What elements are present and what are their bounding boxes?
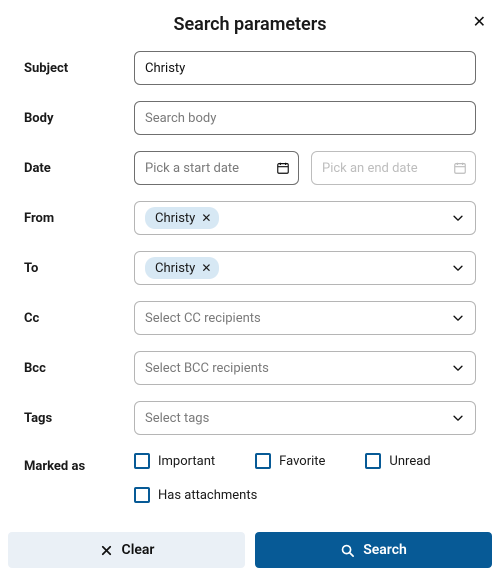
tags-select[interactable]: Select tags bbox=[134, 401, 476, 435]
chevron-down-icon bbox=[451, 361, 465, 375]
row-from: From Christy ✕ bbox=[24, 201, 476, 235]
row-marked-as: Marked as Important Favorite Unread Has … bbox=[24, 451, 476, 503]
end-date-placeholder: Pick an end date bbox=[322, 161, 418, 176]
subject-input[interactable] bbox=[134, 51, 476, 85]
cc-placeholder: Select CC recipients bbox=[145, 311, 261, 326]
row-cc: Cc Select CC recipients bbox=[24, 301, 476, 335]
check-has-attachments[interactable]: Has attachments bbox=[134, 487, 257, 503]
from-chip-label: Christy bbox=[155, 211, 195, 226]
check-favorite[interactable]: Favorite bbox=[255, 453, 325, 469]
row-body: Body bbox=[24, 101, 476, 135]
label-tags: Tags bbox=[24, 411, 134, 426]
dialog-footer: Clear Search bbox=[8, 532, 492, 568]
label-marked-as: Marked as bbox=[24, 451, 134, 474]
checkbox-icon bbox=[365, 453, 381, 469]
to-select[interactable]: Christy ✕ bbox=[134, 251, 476, 285]
row-bcc: Bcc Select BCC recipients bbox=[24, 351, 476, 385]
checkbox-icon bbox=[255, 453, 271, 469]
label-to: To bbox=[24, 261, 134, 276]
end-date-input[interactable]: Pick an end date bbox=[311, 151, 476, 185]
checkbox-icon bbox=[134, 453, 150, 469]
close-icon[interactable]: ✕ bbox=[473, 12, 486, 31]
check-unread-label: Unread bbox=[389, 454, 430, 469]
clear-button-label: Clear bbox=[122, 542, 155, 558]
tags-placeholder: Select tags bbox=[145, 411, 209, 426]
label-body: Body bbox=[24, 111, 134, 126]
from-chip: Christy ✕ bbox=[145, 207, 219, 229]
to-chip-label: Christy bbox=[155, 261, 195, 276]
row-tags: Tags Select tags bbox=[24, 401, 476, 435]
remove-chip-icon[interactable]: ✕ bbox=[199, 211, 213, 225]
label-bcc: Bcc bbox=[24, 361, 134, 376]
to-chip: Christy ✕ bbox=[145, 257, 219, 279]
check-important[interactable]: Important bbox=[134, 453, 215, 469]
row-to: To Christy ✕ bbox=[24, 251, 476, 285]
bcc-select[interactable]: Select BCC recipients bbox=[134, 351, 476, 385]
calendar-icon bbox=[453, 161, 467, 175]
row-subject: Subject bbox=[24, 51, 476, 85]
search-button-label: Search bbox=[363, 542, 407, 558]
chevron-down-icon bbox=[451, 261, 465, 275]
dialog-title: Search parameters bbox=[0, 0, 500, 51]
remove-chip-icon[interactable]: ✕ bbox=[199, 261, 213, 275]
check-unread[interactable]: Unread bbox=[365, 453, 430, 469]
cc-select[interactable]: Select CC recipients bbox=[134, 301, 476, 335]
checkbox-icon bbox=[134, 487, 150, 503]
label-cc: Cc bbox=[24, 311, 134, 326]
search-icon bbox=[340, 543, 355, 558]
bcc-placeholder: Select BCC recipients bbox=[145, 361, 269, 376]
chevron-down-icon bbox=[451, 411, 465, 425]
row-date: Date Pick a start date Pick an end date bbox=[24, 151, 476, 185]
chevron-down-icon bbox=[451, 211, 465, 225]
calendar-icon bbox=[276, 161, 290, 175]
label-subject: Subject bbox=[24, 61, 134, 76]
check-important-label: Important bbox=[158, 454, 215, 469]
from-select[interactable]: Christy ✕ bbox=[134, 201, 476, 235]
check-favorite-label: Favorite bbox=[279, 454, 325, 469]
body-input[interactable] bbox=[134, 101, 476, 135]
label-from: From bbox=[24, 211, 134, 226]
clear-button[interactable]: Clear bbox=[8, 532, 245, 568]
search-button[interactable]: Search bbox=[255, 532, 492, 568]
chevron-down-icon bbox=[451, 311, 465, 325]
label-date: Date bbox=[24, 161, 134, 176]
start-date-placeholder: Pick a start date bbox=[145, 161, 239, 176]
start-date-input[interactable]: Pick a start date bbox=[134, 151, 299, 185]
search-form: Subject Body Date Pick a start date Pick… bbox=[0, 51, 500, 503]
close-icon bbox=[99, 543, 114, 558]
check-has-attachments-label: Has attachments bbox=[158, 488, 257, 503]
